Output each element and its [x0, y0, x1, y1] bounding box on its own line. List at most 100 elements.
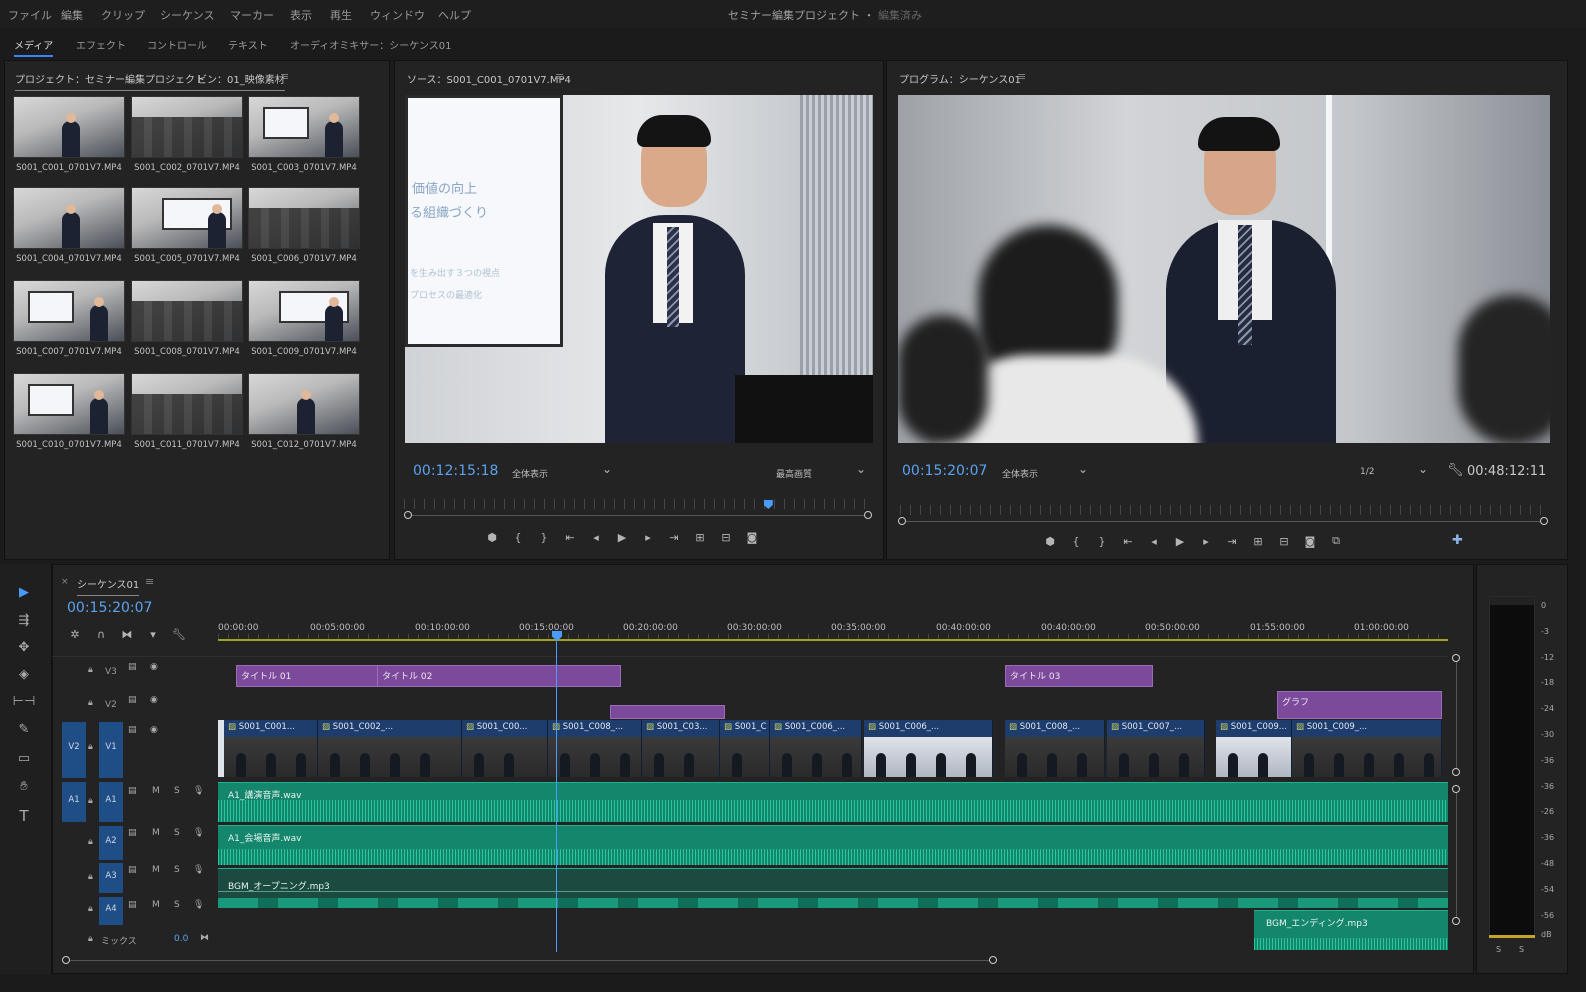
- v1-lock-icon[interactable]: 🔒︎: [88, 742, 93, 752]
- nest-icon[interactable]: ✲: [62, 628, 88, 641]
- track-a4-target[interactable]: A4: [99, 897, 123, 925]
- close-tab-icon[interactable]: ×: [61, 577, 69, 587]
- a4-mute-button[interactable]: M: [152, 900, 160, 910]
- program-zoom-select[interactable]: 全体表示: [1002, 462, 1088, 481]
- a2-mic-icon[interactable]: 🎙︎: [193, 828, 204, 838]
- source-timecode[interactable]: 00:12:15:18: [413, 463, 498, 479]
- linked-selection-icon[interactable]: ⧓: [114, 628, 140, 641]
- v1-sync-icon[interactable]: ▤: [128, 725, 137, 735]
- video-clip[interactable]: S001_C007_...: [1107, 720, 1205, 777]
- workspace-media[interactable]: メディア: [14, 37, 54, 57]
- program-scrub-bar[interactable]: [903, 521, 1545, 522]
- audio-clip-lecture[interactable]: A1_講演音声.wav: [218, 782, 1448, 822]
- a4-solo-button[interactable]: S: [174, 900, 180, 910]
- v3-eye-icon[interactable]: ◉: [150, 662, 158, 672]
- type-tool-icon[interactable]: T: [12, 805, 36, 827]
- tab-program[interactable]: プログラム：シーケンス01: [899, 71, 1021, 86]
- mix-value[interactable]: 0.0: [174, 934, 188, 944]
- source-out-handle[interactable]: [864, 511, 872, 519]
- go-to-in-icon[interactable]: ⇤: [557, 531, 583, 544]
- menu-window[interactable]: ウィンドウ: [370, 7, 425, 23]
- program-go-to-out-icon[interactable]: ⇥: [1219, 535, 1245, 548]
- workspace-text[interactable]: テキスト: [228, 37, 268, 52]
- track-v1-target[interactable]: V1: [99, 722, 123, 778]
- a3-sync-icon[interactable]: ▤: [128, 865, 137, 875]
- a3-mute-button[interactable]: M: [152, 865, 160, 875]
- bin-clip-name[interactable]: S001_C005_0701V7.MP4: [128, 254, 246, 264]
- program-resolution-select[interactable]: 1/2: [1360, 462, 1428, 481]
- tab-project[interactable]: プロジェクト：セミナー編集プロジェクト: [15, 71, 205, 91]
- v-scroll-top-handle[interactable]: [1452, 654, 1460, 662]
- video-clip[interactable]: S001_C03...: [642, 720, 720, 777]
- track-a3-target[interactable]: A3: [99, 863, 123, 893]
- pen-tool-icon[interactable]: ✎: [12, 719, 36, 741]
- a2-mute-button[interactable]: M: [152, 828, 160, 838]
- a3-lock-icon[interactable]: 🔒︎: [88, 872, 93, 882]
- title-clip-01[interactable]: タイトル 01: [236, 665, 378, 687]
- a1-mute-button[interactable]: M: [152, 786, 160, 796]
- program-add-marker-icon[interactable]: ⬢: [1037, 535, 1063, 548]
- step-forward-icon[interactable]: ▸: [635, 531, 661, 544]
- bin-clip-name[interactable]: S001_C004_0701V7.MP4: [10, 254, 128, 264]
- h-scroll-left-handle[interactable]: [62, 956, 70, 964]
- video-clip[interactable]: S001_C008_...: [548, 720, 642, 777]
- insert-icon[interactable]: ⊞: [687, 531, 713, 544]
- bin-clip-name[interactable]: S001_C009_0701V7.MP4: [245, 347, 363, 357]
- bin-clip-name[interactable]: S001_C010_0701V7.MP4: [10, 440, 128, 450]
- selection-tool-icon[interactable]: ▶: [12, 582, 36, 604]
- ripple-edit-tool-icon[interactable]: ✥: [12, 637, 36, 659]
- track-a1-target[interactable]: A1: [99, 782, 123, 822]
- menu-marker[interactable]: マーカー: [230, 7, 274, 23]
- rectangle-tool-icon[interactable]: ▭: [12, 748, 36, 770]
- meter-solo-right[interactable]: S: [1519, 945, 1524, 954]
- bin-clip-name[interactable]: S001_C001_0701V7.MP4: [10, 163, 128, 173]
- program-play-icon[interactable]: ▶: [1167, 535, 1193, 548]
- program-video-frame[interactable]: [898, 95, 1550, 443]
- a-scroll-bottom-handle[interactable]: [1452, 917, 1460, 925]
- source-menu-icon[interactable]: ≡: [555, 70, 564, 83]
- bin-clip-name[interactable]: S001_C003_0701V7.MP4: [245, 163, 363, 173]
- bin-thumbnail[interactable]: [13, 280, 125, 342]
- work-area-bar[interactable]: [218, 639, 1448, 641]
- source-scrub-bar[interactable]: [409, 515, 869, 516]
- audio-clip-bgm-opening[interactable]: BGM_オープニング.mp3: [218, 868, 1448, 908]
- title-clip-03[interactable]: タイトル 03: [1005, 665, 1153, 687]
- bin-thumbnail[interactable]: [131, 187, 243, 249]
- video-clip[interactable]: S001_C001...: [224, 720, 318, 777]
- menu-sequence[interactable]: シーケンス: [160, 7, 214, 23]
- a1-mic-icon[interactable]: 🎙︎: [193, 786, 204, 796]
- v2-overlay-clip[interactable]: [610, 705, 725, 719]
- a2-solo-button[interactable]: S: [174, 828, 180, 838]
- program-mark-in-icon[interactable]: {: [1063, 535, 1089, 548]
- lift-icon[interactable]: ⊞: [1245, 535, 1271, 548]
- video-clip[interactable]: S001_C006_...: [864, 720, 993, 777]
- a1-solo-button[interactable]: S: [174, 786, 180, 796]
- workspace-effects[interactable]: エフェクト: [76, 37, 126, 52]
- timeline-settings-icon[interactable]: 🔧︎: [166, 628, 192, 641]
- program-out-handle[interactable]: [1540, 517, 1548, 525]
- video-clip[interactable]: S001_C00...: [462, 720, 548, 777]
- timeline-timecode[interactable]: 00:15:20:07: [67, 600, 152, 616]
- graph-clip[interactable]: グラフ: [1277, 691, 1442, 719]
- source-audio-target[interactable]: A1: [62, 782, 86, 822]
- bin-clip-name[interactable]: S001_C002_0701V7.MP4: [128, 163, 246, 173]
- meter-solo-left[interactable]: S: [1496, 945, 1501, 954]
- panel-menu-icon[interactable]: ≡: [280, 70, 289, 83]
- tab-bin[interactable]: ビン：01_映像素材: [197, 71, 285, 91]
- v2-sync-icon[interactable]: ▤: [128, 695, 137, 705]
- program-go-to-in-icon[interactable]: ⇤: [1115, 535, 1141, 548]
- mark-in-icon[interactable]: {: [505, 531, 531, 544]
- bin-thumbnail[interactable]: [131, 373, 243, 435]
- wrench-icon[interactable]: 🔧︎: [1447, 463, 1464, 478]
- menu-playback[interactable]: 再生: [330, 7, 352, 23]
- overwrite-icon[interactable]: ⊟: [713, 531, 739, 544]
- a3-solo-button[interactable]: S: [174, 865, 180, 875]
- razor-tool-icon[interactable]: ◈: [12, 664, 36, 686]
- menu-help[interactable]: ヘルプ: [438, 7, 471, 23]
- camera-icon[interactable]: ◙: [739, 531, 765, 544]
- source-video-target[interactable]: V2: [62, 722, 86, 778]
- a2-sync-icon[interactable]: ▤: [128, 828, 137, 838]
- bin-clip-name[interactable]: S001_C008_0701V7.MP4: [128, 347, 246, 357]
- bin-thumbnail[interactable]: [131, 280, 243, 342]
- video-vertical-scrollbar[interactable]: [1456, 658, 1457, 772]
